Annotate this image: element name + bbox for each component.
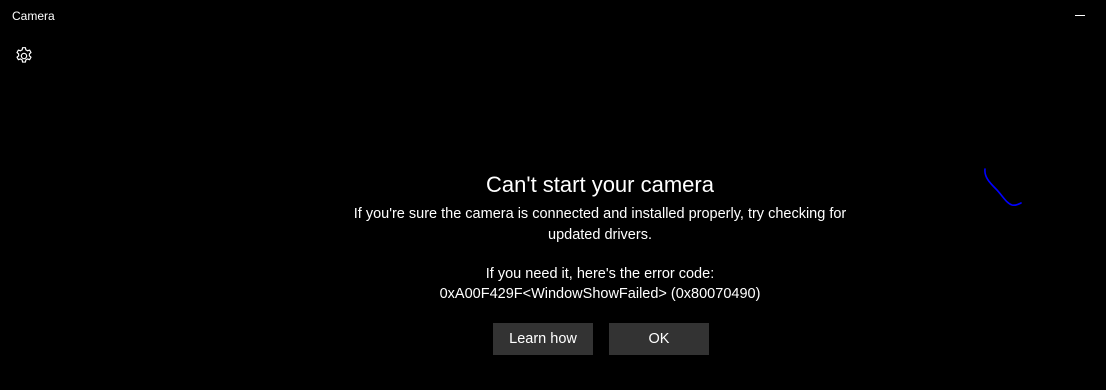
minimize-button[interactable]: [1060, 0, 1106, 32]
error-code: 0xA00F429F<WindowShowFailed> (0x80070490…: [439, 286, 761, 302]
error-heading: Can't start your camera: [486, 172, 714, 197]
learn-how-button[interactable]: Learn how: [493, 323, 593, 355]
error-message: If you're sure the camera is connected a…: [353, 206, 847, 243]
settings-button[interactable]: [10, 42, 38, 70]
app-title: Camera: [12, 9, 55, 23]
title-bar: Camera: [0, 0, 1106, 32]
ok-button[interactable]: OK: [609, 323, 709, 355]
pen-scribble: [984, 168, 1022, 207]
gear-icon: [16, 47, 32, 63]
minimize-icon: [1075, 15, 1085, 16]
error-dialog: Can't start your camera If you're sure t…: [300, 170, 900, 304]
dialog-buttons: Learn how OK: [493, 323, 709, 355]
error-code-label: If you need it, here's the error code:: [485, 266, 715, 282]
